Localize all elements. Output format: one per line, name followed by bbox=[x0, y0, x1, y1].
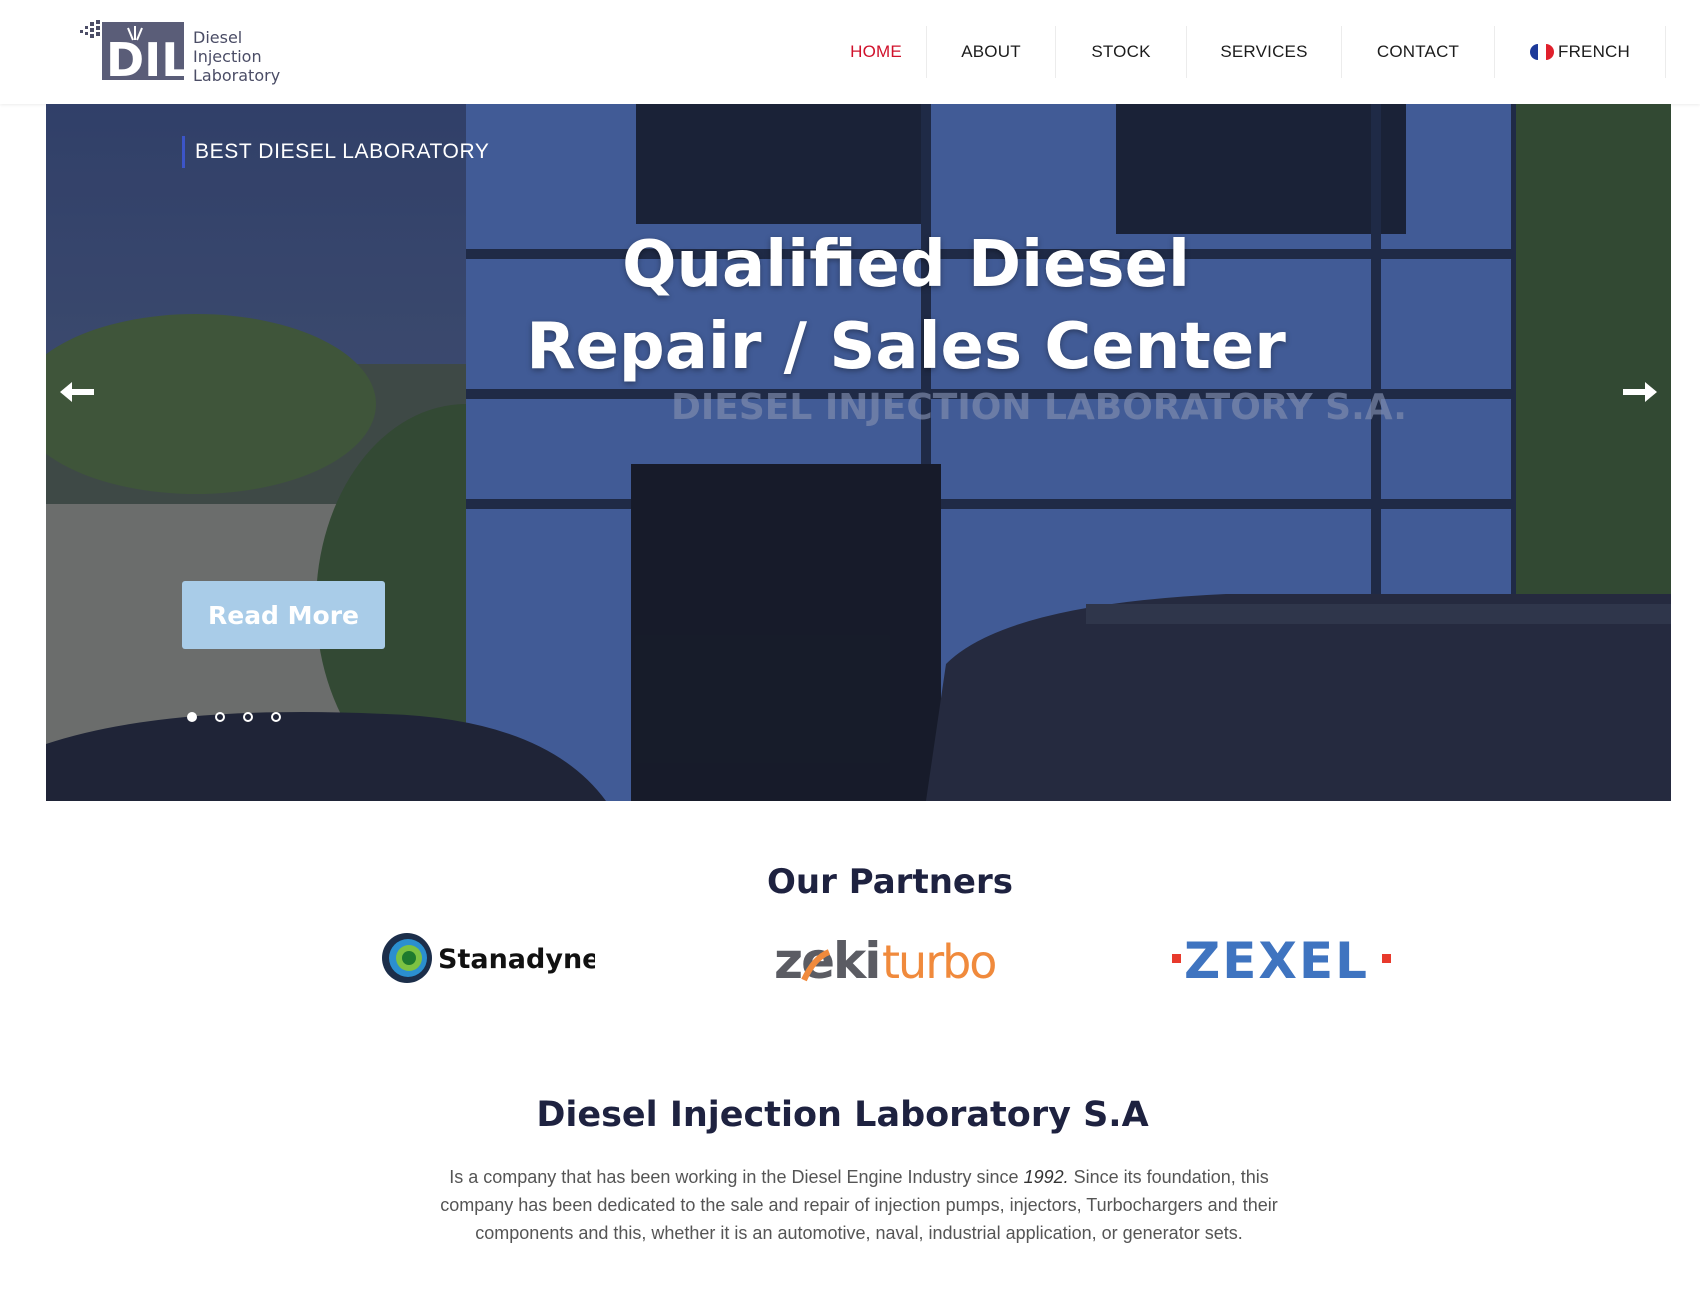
slider-dot-4[interactable] bbox=[271, 712, 281, 722]
slider-dot-2[interactable] bbox=[215, 712, 225, 722]
svg-text:DIL: DIL bbox=[106, 33, 190, 84]
hero-title: Qualified Diesel Repair / Sales Center bbox=[526, 228, 1286, 384]
slider-next-arrow-icon[interactable] bbox=[1619, 374, 1659, 410]
stanadyne-logo-text: Stanadyne bbox=[438, 944, 595, 975]
svg-text:turbo: turbo bbox=[882, 935, 995, 988]
logo-line-diesel: Diesel bbox=[193, 28, 243, 47]
logo-line-injection: Injection bbox=[193, 47, 262, 66]
language-label: FRENCH bbox=[1557, 42, 1631, 61]
hero-tagline: BEST DIESEL LABORATORY bbox=[182, 136, 489, 168]
french-flag-icon bbox=[1529, 44, 1554, 60]
about-description: Is a company that has been working in th… bbox=[440, 1163, 1278, 1247]
hero-overlay bbox=[46, 104, 1671, 801]
hero-slider: DIESEL INJECTION LABORATORY S.A. BEST DI… bbox=[46, 104, 1671, 801]
about-text-intro: Is a company that has been working in th… bbox=[449, 1167, 1024, 1187]
site-header: DIL Diesel Injection Laboratory HOME ABO… bbox=[0, 0, 1700, 104]
slider-pagination bbox=[187, 712, 281, 722]
zekiturbo-logo[interactable]: zeki turbo bbox=[774, 928, 996, 988]
nav-contact[interactable]: CONTACT bbox=[1342, 26, 1495, 78]
nav-home[interactable]: HOME bbox=[826, 26, 927, 78]
logo-wordmark: Diesel Injection Laboratory bbox=[193, 28, 280, 85]
stanadyne-logo[interactable]: Stanadyne bbox=[380, 928, 595, 988]
nav-stock[interactable]: STOCK bbox=[1056, 26, 1187, 78]
partners-title: Our Partners bbox=[767, 862, 1013, 902]
site-logo[interactable]: DIL Diesel Injection Laboratory bbox=[78, 18, 288, 90]
slider-prev-arrow-icon[interactable] bbox=[58, 374, 98, 410]
read-more-button[interactable]: Read More bbox=[182, 581, 385, 649]
slider-dot-1[interactable] bbox=[187, 712, 197, 722]
logo-line-laboratory: Laboratory bbox=[193, 66, 281, 85]
dil-logo-icon: DIL bbox=[80, 20, 191, 87]
svg-text:zeki: zeki bbox=[774, 932, 879, 988]
nav-about[interactable]: ABOUT bbox=[927, 26, 1056, 78]
about-founding-year: 1992. bbox=[1023, 1167, 1069, 1187]
main-nav: HOME ABOUT STOCK SERVICES CONTACT FRENCH bbox=[826, 26, 1666, 78]
nav-services[interactable]: SERVICES bbox=[1187, 26, 1342, 78]
about-title: Diesel Injection Laboratory S.A bbox=[536, 1095, 1149, 1135]
zexel-logo[interactable]: ZEXEL bbox=[1170, 928, 1394, 988]
zexel-logo-text: ZEXEL bbox=[1184, 932, 1369, 988]
nav-language-french[interactable]: FRENCH bbox=[1495, 26, 1666, 78]
slider-dot-3[interactable] bbox=[243, 712, 253, 722]
